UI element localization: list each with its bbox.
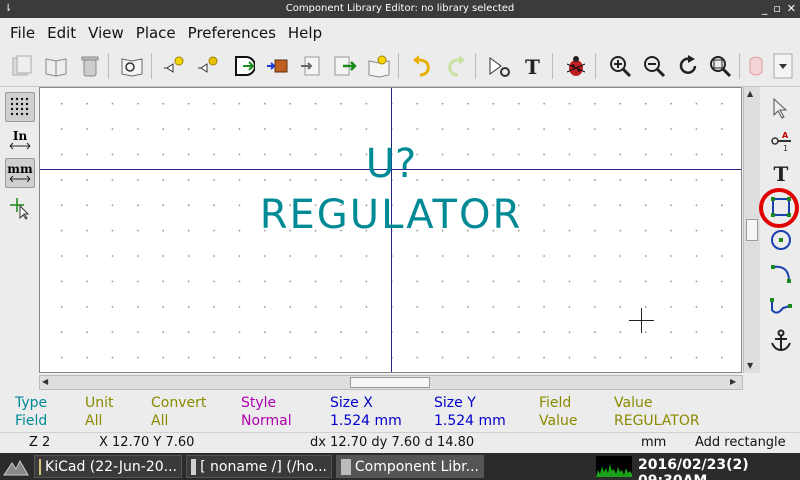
status-mode: Add rectangle <box>695 435 786 450</box>
task-kicad-label: KiCad (22-Jun-20... <box>45 458 177 475</box>
status-coords: X 12.70 Y 7.60 <box>99 435 195 450</box>
anchor-icon[interactable] <box>766 326 796 356</box>
task-eeschema-label: [ noname /] (/ho... <box>200 458 327 475</box>
svg-text:A: A <box>782 131 789 140</box>
message-panel: Type Field Unit All Convert All Style Normal… <box>0 392 800 432</box>
close-button[interactable]: ✕ <box>787 2 796 15</box>
task-eeschema[interactable]: [ noname /] (/ho... <box>186 455 332 478</box>
menu-place[interactable]: Place <box>130 24 182 42</box>
drawing-canvas[interactable]: U? REGULATOR <box>39 87 742 373</box>
redo-icon[interactable] <box>442 52 470 80</box>
taskbar: KiCad (22-Jun-20... [ noname /] (/ho... … <box>0 453 800 480</box>
eeschema-app-icon <box>191 458 197 475</box>
app-window: ⇂ Component Library Editor: no library s… <box>0 0 800 480</box>
edit-component-properties-icon[interactable] <box>485 52 513 80</box>
msg-style: Style Normal <box>241 395 292 429</box>
library-editor-app-icon <box>341 458 351 475</box>
status-bar: Z 2 X 12.70 Y 7.60 dx 12.70 dy 7.60 d 14… <box>0 432 800 453</box>
kicad-app-icon <box>39 458 42 475</box>
msg-value: Value REGULATOR <box>614 395 700 429</box>
menu-edit[interactable]: Edit <box>41 24 82 42</box>
zoom-fit-icon[interactable] <box>706 52 734 80</box>
msg-size-x: Size X 1.524 mm <box>330 395 402 429</box>
svg-text:1: 1 <box>783 144 788 153</box>
right-toolbar: A1 T <box>762 87 800 390</box>
left-toolbar: In mm <box>0 87 38 390</box>
add-circle-icon[interactable] <box>766 225 796 255</box>
units-inch-button[interactable]: In <box>5 125 35 155</box>
reference-field[interactable]: U? <box>351 144 431 184</box>
units-mm-label: mm <box>7 162 33 176</box>
zoom-in-icon[interactable] <box>606 52 634 80</box>
scroll-right-icon[interactable]: ▶ <box>730 377 736 386</box>
save-component-icon[interactable] <box>263 52 291 80</box>
load-component-icon[interactable] <box>195 52 223 80</box>
maximize-button[interactable]: ▫ <box>773 2 780 15</box>
menu-file[interactable]: File <box>4 24 41 42</box>
task-library-editor-label: Component Libr... <box>354 458 479 475</box>
msg-convert: Convert All <box>151 395 207 429</box>
add-pin-icon[interactable]: A1 <box>766 126 796 156</box>
scroll-left-icon[interactable]: ◀ <box>42 377 48 386</box>
new-library-icon[interactable] <box>8 52 36 80</box>
zoom-out-icon[interactable] <box>640 52 668 80</box>
taskbar-clock: 2016/02/23(2) 09:30AM <box>638 457 749 480</box>
select-arrow-icon[interactable] <box>766 93 796 123</box>
units-mm-button[interactable]: mm <box>5 158 35 188</box>
undo-icon[interactable] <box>408 52 436 80</box>
new-component-icon[interactable] <box>161 52 189 80</box>
browse-library-icon[interactable] <box>118 52 146 80</box>
start-menu-icon[interactable] <box>2 455 30 478</box>
cpu-monitor-icon <box>596 456 632 477</box>
minimize-button[interactable]: _ <box>762 2 768 15</box>
create-library-icon[interactable] <box>365 52 393 80</box>
msg-size-y: Size Y 1.524 mm <box>434 395 506 429</box>
title-bar: ⇂ Component Library Editor: no library s… <box>0 0 800 18</box>
svg-text:T: T <box>525 55 540 78</box>
status-units: mm <box>641 435 667 450</box>
vertical-scrollbar[interactable]: ▲ ▼ <box>743 87 760 373</box>
units-inch-label: In <box>12 129 28 143</box>
dimension-arrow-icon <box>9 142 31 150</box>
grid-toggle-icon[interactable] <box>5 92 35 122</box>
dimension-arrow-icon <box>9 175 31 183</box>
menu-view[interactable]: View <box>82 24 130 42</box>
scroll-up-icon[interactable]: ▲ <box>747 89 753 98</box>
msg-field: Field Value <box>539 395 578 429</box>
add-arc-icon[interactable] <box>766 258 796 288</box>
edit-fields-icon[interactable]: T <box>519 52 547 80</box>
status-delta: dx 12.70 dy 7.60 d 14.80 <box>310 435 475 450</box>
value-field[interactable]: REGULATOR <box>251 195 531 235</box>
export-component-icon[interactable] <box>331 52 359 80</box>
highlight-circle <box>759 188 799 228</box>
horizontal-scrollbar[interactable]: ◀ ▶ <box>39 375 743 390</box>
task-library-editor[interactable]: Component Libr... <box>336 455 484 478</box>
add-text-icon[interactable]: T <box>766 159 796 189</box>
task-kicad[interactable]: KiCad (22-Jun-20... <box>34 455 182 478</box>
part-select-dropdown[interactable] <box>746 52 794 80</box>
cursor-crosshair-vertical <box>641 308 642 333</box>
vertical-scroll-thumb[interactable] <box>746 219 758 241</box>
text-tool-label: T <box>773 162 789 186</box>
redraw-icon[interactable] <box>674 52 702 80</box>
cursor-shape-icon[interactable] <box>5 193 35 223</box>
delete-component-icon[interactable] <box>76 52 104 80</box>
msg-unit: Unit All <box>85 395 114 429</box>
horizontal-scroll-thumb[interactable] <box>350 377 430 388</box>
add-polyline-icon[interactable] <box>766 291 796 321</box>
menu-preferences[interactable]: Preferences <box>182 24 282 42</box>
menu-bar: File Edit View Place Preferences Help <box>0 18 800 47</box>
save-library-icon[interactable] <box>229 52 257 80</box>
window-title: Component Library Editor: no library sel… <box>285 3 515 14</box>
scroll-down-icon[interactable]: ▼ <box>747 361 753 370</box>
import-component-icon[interactable] <box>297 52 325 80</box>
menu-help[interactable]: Help <box>282 24 328 42</box>
check-pins-icon[interactable] <box>562 52 590 80</box>
msg-type: Type Field <box>15 395 48 429</box>
open-library-icon[interactable] <box>42 52 70 80</box>
status-zoom: Z 2 <box>29 435 51 450</box>
main-toolbar: T <box>0 47 800 87</box>
